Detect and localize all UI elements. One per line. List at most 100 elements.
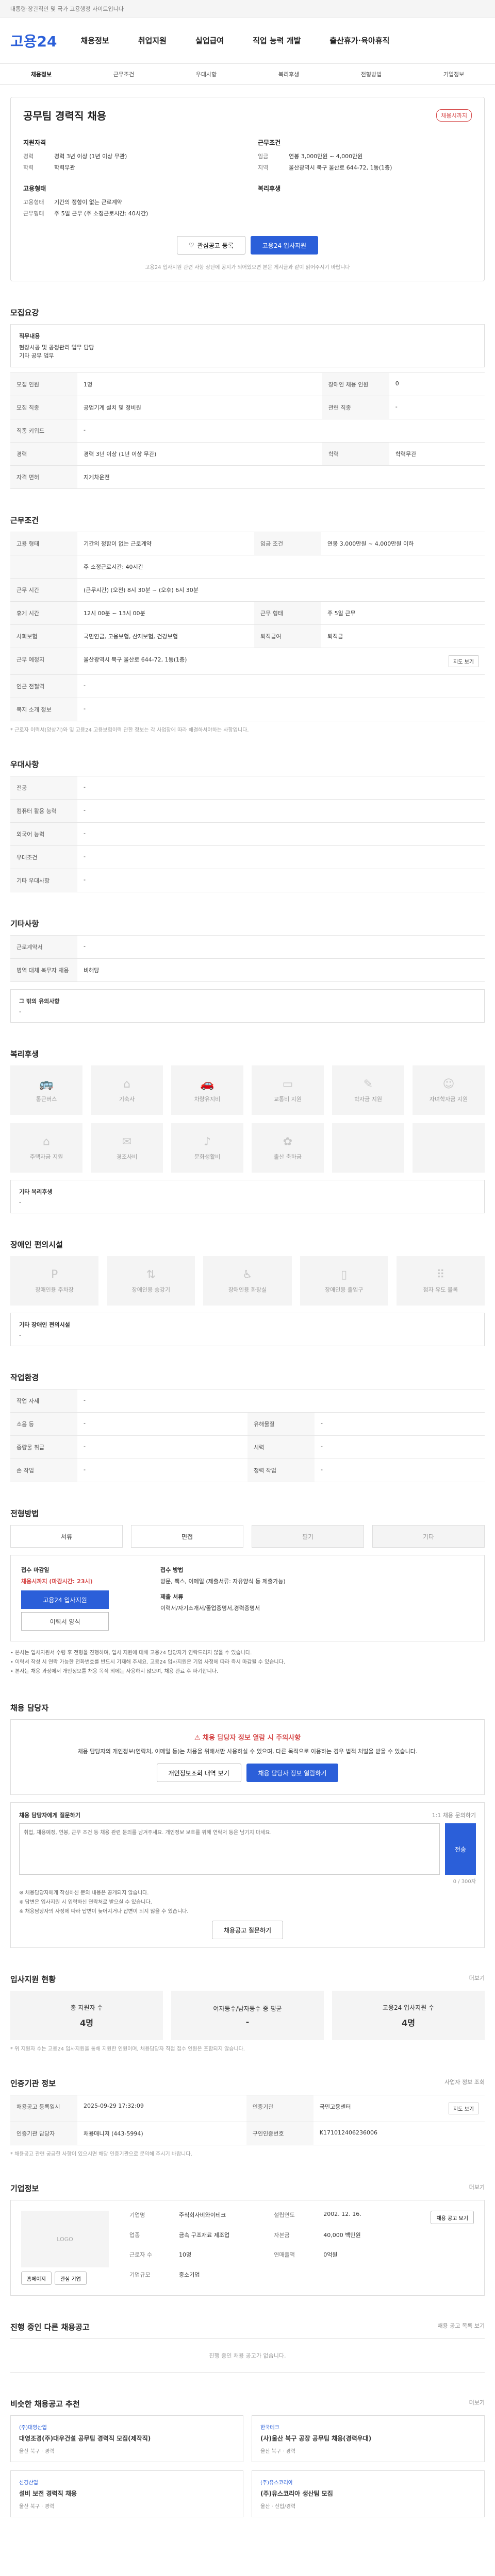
facility-item: ▯ 장애인용 출입구 [300, 1256, 388, 1306]
main-nav: 채용정보 취업지원 실업급여 직업 능력 개발 출산휴가·육아휴직 [81, 35, 390, 46]
workplace-table: 작업 자세 - 소음 등 - 유해물질 - 중량물 취급 - 시력 - 손 작업 - 청력 작업 - [10, 1389, 485, 1482]
welfare-item: ♪ 문화생활비 [171, 1123, 243, 1173]
resume-form-button[interactable]: 이력서 양식 [21, 1612, 109, 1631]
recommend-more-link[interactable]: 더보기 [469, 2398, 485, 2406]
follow-company-button[interactable]: 관심 기업 [54, 2272, 87, 2285]
company-more-link[interactable]: 더보기 [469, 2183, 485, 2191]
apply-button[interactable]: 고용24 입사지원 [250, 236, 319, 255]
heart-icon: ♡ [188, 242, 194, 249]
baby-icon: ✿ [283, 1135, 293, 1148]
nav-item[interactable]: 직업 능력 개발 [253, 35, 301, 46]
nav-item[interactable]: 취업지원 [138, 35, 167, 46]
workplace-title: 작업환경 [10, 1373, 39, 1382]
apply-online-button[interactable]: 고용24 입사지원 [21, 1590, 109, 1609]
business-info-link[interactable]: 사업자 정보 조회 [444, 2078, 485, 2086]
welfare-item: 🚗 차량유지비 [171, 1065, 243, 1115]
tab-company[interactable]: 기업정보 [443, 70, 464, 78]
top-notice-bar: 대통령·장관직인 및 국가 고용행정 사이트입니다 [0, 0, 495, 18]
table-row: 기타 우대사항 - [10, 869, 485, 892]
recommend-card[interactable]: 신경산업 설비 보전 경력직 채용 울산 북구 · 경력 [10, 2470, 243, 2517]
nav-item[interactable]: 실업급여 [195, 35, 224, 46]
ticket-icon: ▭ [282, 1077, 293, 1091]
tab-conditions[interactable]: 근무조건 [113, 70, 134, 78]
company-logo: LOGO [21, 2211, 109, 2267]
table-row: 고용 형태 기간의 정함이 없는 근로계약 임금 조건 연봉 3,000만원 ~ 4,… [10, 532, 485, 555]
nav-item[interactable]: 출산휴가·육아휴직 [329, 35, 389, 46]
welfare-item: 🚌 통근버스 [10, 1065, 82, 1115]
site-header: 고용24 채용정보 취업지원 실업급여 직업 능력 개발 출산휴가·육아휴직 [0, 18, 495, 64]
table-row: 근무 시간 (근무시간) (오전) 8시 30분 ~ (오후) 6시 30분 [10, 578, 485, 602]
etc-title: 기타사항 [10, 919, 39, 928]
job-summary-card: 공무팀 경력직 채용 채용시까지 지원자격 경력 경력 3년 이상 (1년 이상 … [10, 97, 485, 281]
apply-info-box: 접수 마감일 채용시까지 (마감시간: 23시) 고용24 입사지원 이력서 양… [10, 1555, 485, 1641]
applicants-more-link[interactable]: 더보기 [469, 1974, 485, 1982]
welfare-etc-box: 기타 복리후생 - [10, 1180, 485, 1213]
map-button[interactable]: 지도 보기 [449, 655, 478, 667]
company-box: LOGO 홈페이지 관심 기업 기업명 주식회사비와이테크 설립연도 2002. 12… [10, 2200, 485, 2296]
send-button[interactable]: 전송 [445, 1823, 476, 1875]
welfare-grid: 🚌 통근버스 ⌂ 기숙사 🚗 차량유지비 ▭ 교통비 지원 ✎ 학자금 지원 ☺ 자녀학자금… [10, 1065, 485, 1173]
recommend-card[interactable]: 한국테크 (사)울산 북구 공장 공무팀 채용(경력우대) 울산 북구 · 경력 [252, 2415, 485, 2462]
job-list-link[interactable]: 채용 공고 목록 보기 [438, 2321, 485, 2330]
pref-table: 전공 - 컴퓨터 활용 능력 - 외국어 능력 - 우대조건 - 기타 우대사항 - [10, 776, 485, 892]
method-written: 필기 [252, 1525, 364, 1548]
company-title: 기업정보 더보기 [10, 2183, 485, 2193]
tab-selection[interactable]: 전형방법 [361, 70, 382, 78]
table-row: 채용공고 등록일시 2025-09-29 17:32:09 인증기관 국민고용센터 지도… [10, 2095, 485, 2122]
door-icon: ▯ [341, 1268, 348, 1281]
view-contact-button[interactable]: 채용 담당자 정보 열람하기 [246, 1764, 339, 1782]
table-row: 모집 직종 공업기계 설치 및 정비원 관련 직종 - [10, 396, 485, 419]
table-row: 근무 예정지 울산광역시 북구 울산로 644-72, 1동(1층) 지도 보기 [10, 648, 485, 675]
stat-item: 고용24 입사지원 수 4명 [332, 1991, 485, 2040]
ask-question-button[interactable]: 채용공고 질문하기 [211, 1921, 284, 1939]
job-title: 공무팀 경력직 채용 [23, 110, 107, 122]
welfare-item: ✉ 경조사비 [91, 1123, 163, 1173]
nav-item[interactable]: 채용정보 [81, 35, 109, 46]
section-tabs: 채용정보 근무조건 우대사항 복리후생 전형방법 기업정보 [0, 64, 495, 84]
question-input[interactable] [19, 1823, 440, 1875]
warning-icon: ⚠ [194, 1734, 203, 1742]
table-row: 인증기관 담당자 채용매니저 (443-5994) 구인인증번호 K171012406… [10, 2122, 485, 2145]
braille-icon: ⠿ [436, 1268, 445, 1281]
privacy-history-button[interactable]: 개인정보조회 내역 보기 [156, 1764, 241, 1782]
company-jobs-button[interactable]: 채용 공고 보기 [431, 2211, 474, 2224]
tab-welfare[interactable]: 복리후생 [278, 70, 299, 78]
conditions-title: 근무조건 [10, 516, 39, 525]
qualification-heading: 지원자격 [23, 139, 46, 146]
table-row: 우대조건 - [10, 845, 485, 869]
facility-item: ♿ 장애인용 화장실 [203, 1256, 292, 1306]
recommend-card[interactable]: (주)대영산업 대영조경(주)대우건설 공무팀 경력직 모집(제작직) 울산 북구 … [10, 2415, 243, 2462]
table-row: 경력 경력 3년 이상 (1년 이상 무관) 학력 학력무관 [10, 442, 485, 466]
welfare-item: ✎ 학자금 지원 [332, 1065, 404, 1115]
recommend-card[interactable]: (주)유스코리아 (주)유스코리아 생산팀 모집 울산 · 신입/경력 [252, 2470, 485, 2517]
table-row: 자격 면허 지게차운전 [10, 465, 485, 489]
save-favorite-button[interactable]: ♡ 관심공고 등록 [176, 236, 245, 255]
welfare-item: ▭ 교통비 지원 [252, 1065, 324, 1115]
site-logo[interactable]: 고용24 [10, 30, 57, 51]
recommend-grid: (주)대영산업 대영조경(주)대우건설 공무팀 경력직 모집(제작직) 울산 북구 … [10, 2415, 485, 2517]
table-row: 모집 인원 1명 장애인 채용 인원 0 [10, 372, 485, 396]
contact-alert: ⚠ 채용 담당자 정보 열람 시 주의사항 채용 담당자의 개인정보(연락처, … [10, 1719, 485, 1795]
selection-title: 전형방법 [10, 1509, 39, 1518]
welfare-heading: 복리후생 [258, 185, 281, 192]
applicant-stats: 총 지원자 수 4명 여자등수/남자등수 중 평균 - 고용24 입사지원 수 4명 [10, 1991, 485, 2040]
deadline-text: 채용시까지 (마감시간: 23시) [21, 1578, 93, 1585]
facility-item: ⠿ 점자 유도 블록 [396, 1256, 485, 1306]
table-row: 컴퓨터 활용 능력 - [10, 799, 485, 823]
org-map-button[interactable]: 지도 보기 [449, 2103, 478, 2114]
welfare-item-empty [332, 1123, 404, 1173]
tab-recruit[interactable]: 채용정보 [31, 70, 52, 78]
tab-preferences[interactable]: 우대사항 [196, 70, 217, 78]
welfare-item-empty [412, 1123, 485, 1173]
method-interview: 면접 [131, 1525, 243, 1548]
culture-icon: ♪ [203, 1135, 211, 1148]
parking-icon: P [51, 1268, 58, 1281]
duty-box: 직무내용 현장시공 및 공정관리 업무 담당 기타 공무 업무 [10, 324, 485, 367]
disability-title: 장애인 편의시설 [10, 1240, 63, 1249]
contact-title: 채용 담당자 [10, 1703, 49, 1713]
applicants-title: 입사지원 현황 더보기 [10, 1974, 485, 1984]
table-row: 소음 등 - 유해물질 - [10, 1412, 485, 1436]
etc-box: 그 밖의 유의사항 - [10, 989, 485, 1023]
welfare-item: ⌂ 주택자금 지원 [10, 1123, 82, 1173]
homepage-button[interactable]: 홈페이지 [21, 2272, 52, 2285]
